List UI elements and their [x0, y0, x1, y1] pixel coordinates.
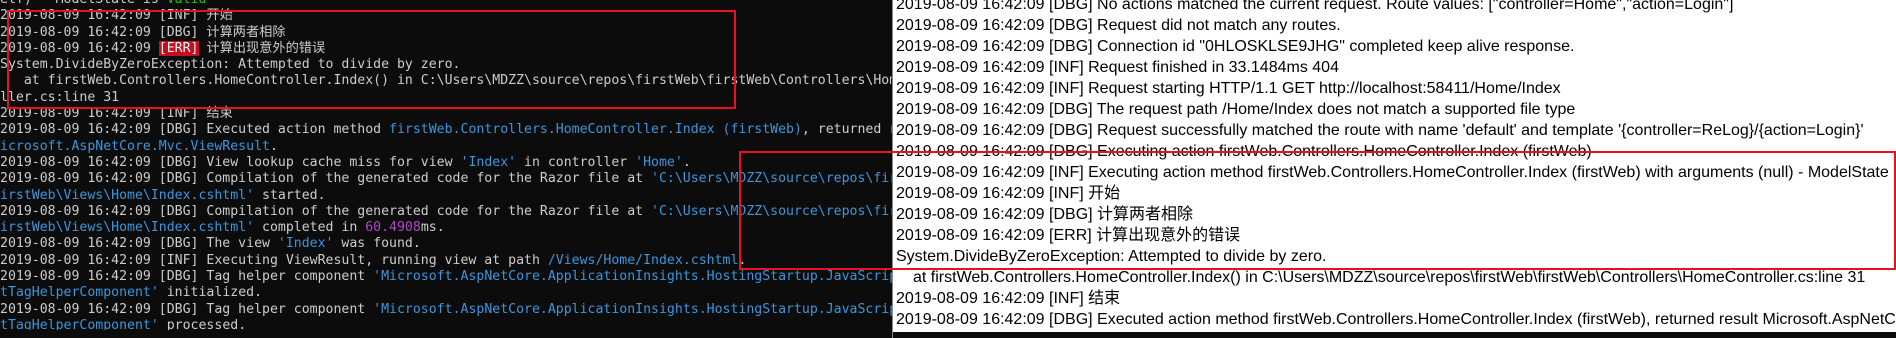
log-file-line: 2019-08-09 16:42:09 [DBG] Request did no… — [896, 17, 1341, 34]
console-window[interactable]: elf) - ModelState is Valid2019-08-09 16:… — [0, 0, 892, 330]
console-text-segment: 2019-08-09 16:42:09 [DBG] Tag helper com… — [0, 301, 374, 317]
console-text-segment: initialized. — [158, 285, 263, 301]
console-text-segment: System.DivideByZeroException: Attempted … — [0, 57, 461, 73]
log-file-line: 2019-08-09 16:42:09 [INF] Request starti… — [896, 80, 1561, 97]
console-text-segment: 2019-08-09 16:42:09 [DBG] Tag helper com… — [0, 269, 374, 285]
console-line: irstWeb\Views\Home\Index.cshtml' started… — [0, 188, 892, 204]
console-text-segment: . — [738, 252, 747, 268]
log-file-line: 2019-08-09 16:42:09 [DBG] Request succes… — [896, 122, 1864, 139]
console-text-segment: 2019-08-09 16:42:09 [DBG] The view — [0, 236, 278, 252]
console-text-segment: Valid — [167, 0, 207, 7]
console-line: ller.cs:line 31 — [0, 90, 892, 106]
console-text-segment: at firstWeb.Controllers.HomeController.I… — [0, 73, 892, 89]
log-file-line: 2019-08-09 16:42:09 [DBG] Executing acti… — [896, 143, 1592, 160]
console-line: tTagHelperComponent' processed. — [0, 318, 892, 330]
log-file-line: 2019-08-09 16:42:09 [DBG] No actions mat… — [896, 0, 1734, 13]
log-file-line: 2019-08-09 16:42:09 [DBG] The request pa… — [896, 101, 1576, 118]
console-line: 2019-08-09 16:42:09 [DBG] Executed actio… — [0, 122, 892, 138]
console-line: 2019-08-09 16:42:09 [DBG] View lookup ca… — [0, 155, 892, 171]
console-line: System.DivideByZeroException: Attempted … — [0, 57, 892, 73]
console-text-segment: completed in — [254, 220, 366, 236]
console-text-segment: . — [682, 154, 691, 170]
log-file-line: System.DivideByZeroException: Attempted … — [896, 248, 1327, 265]
console-text-segment: elf) - ModelState is — [0, 0, 167, 7]
console-line: icrosoft.AspNetCore.Mvc.ViewResult. — [0, 139, 892, 155]
console-line: 2019-08-09 16:42:09 [DBG] 计算两者相除 — [0, 25, 892, 41]
console-text-segment: ms. — [420, 220, 445, 236]
console-text-segment: 'Home' — [635, 154, 683, 170]
console-text-segment: 'Index' — [277, 236, 334, 252]
log-file-line: 2019-08-09 16:42:09 [DBG] Executed actio… — [896, 311, 1896, 328]
console-line: 2019-08-09 16:42:09 [INF] Executing View… — [0, 253, 892, 269]
console-text-segment: tTagHelperComponent' — [0, 285, 159, 301]
console-text-segment: 计算出现意外的错误 — [198, 40, 326, 56]
log-file-line: 2019-08-09 16:42:09 [INF] Executing acti… — [896, 164, 1896, 181]
console-text-segment: ller.cs:line 31 — [0, 89, 120, 105]
console-text-segment: 2019-08-09 16:42:09 — [0, 40, 159, 56]
console-line: 2019-08-09 16:42:09 [ERR] 计算出现意外的错误 — [0, 40, 892, 57]
console-text-segment: /Views/Home/Index.cshtml — [547, 252, 739, 268]
log-file-line: at firstWeb.Controllers.HomeController.I… — [913, 269, 1866, 286]
console-line: 2019-08-09 16:42:09 [INF] 结束 — [0, 106, 892, 122]
console-text-segment: started. — [254, 187, 326, 203]
console-text-segment: 2019-08-09 16:42:09 [INF] Executing View… — [0, 252, 548, 268]
console-text-segment: 60.4908 — [365, 220, 421, 236]
log-file-line: 2019-08-09 16:42:09 [INF] 结束 — [896, 290, 1121, 307]
console-text-segment: 2019-08-09 16:42:09 [DBG] View lookup ca… — [0, 154, 461, 170]
log-file-line: 2019-08-09 16:42:09 [DBG] Connection id … — [896, 38, 1575, 55]
log-file-line: 2019-08-09 16:42:09 [INF] Request finish… — [896, 59, 1339, 76]
console-text-segment: 'Microsoft.AspNetCore.ApplicationInsight… — [373, 269, 892, 285]
console-line: at firstWeb.Controllers.HomeController.I… — [0, 73, 892, 89]
log-file-line: 2019-08-09 16:42:09 [ERR] 计算出现意外的错误 — [896, 227, 1241, 244]
console-line: 2019-08-09 16:42:09 [DBG] Tag helper com… — [0, 302, 892, 318]
console-text-segment: 2019-08-09 16:42:09 [DBG] 计算两者相除 — [0, 24, 286, 40]
console-text-segment: processed. — [158, 317, 247, 330]
log-file-line: 2019-08-09 16:42:09 [DBG] 计算两者相除 — [896, 206, 1194, 223]
console-line: 2019-08-09 16:42:09 [DBG] Tag helper com… — [0, 269, 892, 285]
console-text-segment: 2019-08-09 16:42:09 [DBG] Executed actio… — [0, 122, 390, 138]
console-line: 2019-08-09 16:42:09 [DBG] Compilation of… — [0, 204, 892, 220]
console-text-segment: 'Index' — [460, 154, 517, 170]
console-text-segment: 2019-08-09 16:42:09 [INF] 开始 — [0, 8, 233, 24]
console-line: irstWeb\Views\Home\Index.cshtml' complet… — [0, 220, 892, 236]
console-line: tTagHelperComponent' initialized. — [0, 285, 892, 301]
console-text-segment: . — [269, 138, 278, 154]
console-text-segment: irstWeb\Views\Home\Index.cshtml' — [0, 220, 255, 236]
console-line: 2019-08-09 16:42:09 [INF] 开始 — [0, 8, 892, 24]
console-text-segment: 2019-08-09 16:42:09 [DBG] Compilation of… — [0, 203, 652, 219]
console-text-segment: 'C:\Users\MDZZ\source\repos\firstWeb\f — [651, 171, 892, 187]
log-file-viewer[interactable]: 2019-08-09 16:42:09 [DBG] No actions mat… — [893, 0, 1896, 332]
log-file-line: 2019-08-09 16:42:09 [INF] 开始 — [896, 185, 1121, 202]
console-text-segment: tTagHelperComponent' — [0, 317, 159, 330]
console-line: 2019-08-09 16:42:09 [DBG] The view 'Inde… — [0, 236, 892, 252]
console-text-segment: icrosoft.AspNetCore.Mvc.ViewResult — [0, 138, 270, 154]
console-text-segment: 'C:\Users\MDZZ\source\repos\firstWeb\f — [651, 203, 892, 219]
console-text-segment: irstWeb\Views\Home\Index.cshtml' — [0, 187, 255, 203]
console-text-segment: 'Microsoft.AspNetCore.ApplicationInsight… — [373, 301, 892, 317]
error-level-badge: [ERR] — [158, 40, 199, 56]
log-file-line: 2019-08-09 16:42:09 [DBG] View lookup ca… — [893, 330, 1896, 332]
console-text-segment: 2019-08-09 16:42:09 [DBG] Compilation of… — [0, 171, 652, 187]
console-line: 2019-08-09 16:42:09 [DBG] Compilation of… — [0, 171, 892, 187]
console-text-segment: was found. — [333, 236, 421, 252]
console-text-segment: firstWeb.Controllers.HomeController.Inde… — [389, 122, 802, 138]
console-text-segment: , returned result M — [801, 122, 892, 138]
console-text-segment: in controller — [516, 154, 636, 170]
console-text-segment: 2019-08-09 16:42:09 [INF] 结束 — [0, 106, 233, 122]
